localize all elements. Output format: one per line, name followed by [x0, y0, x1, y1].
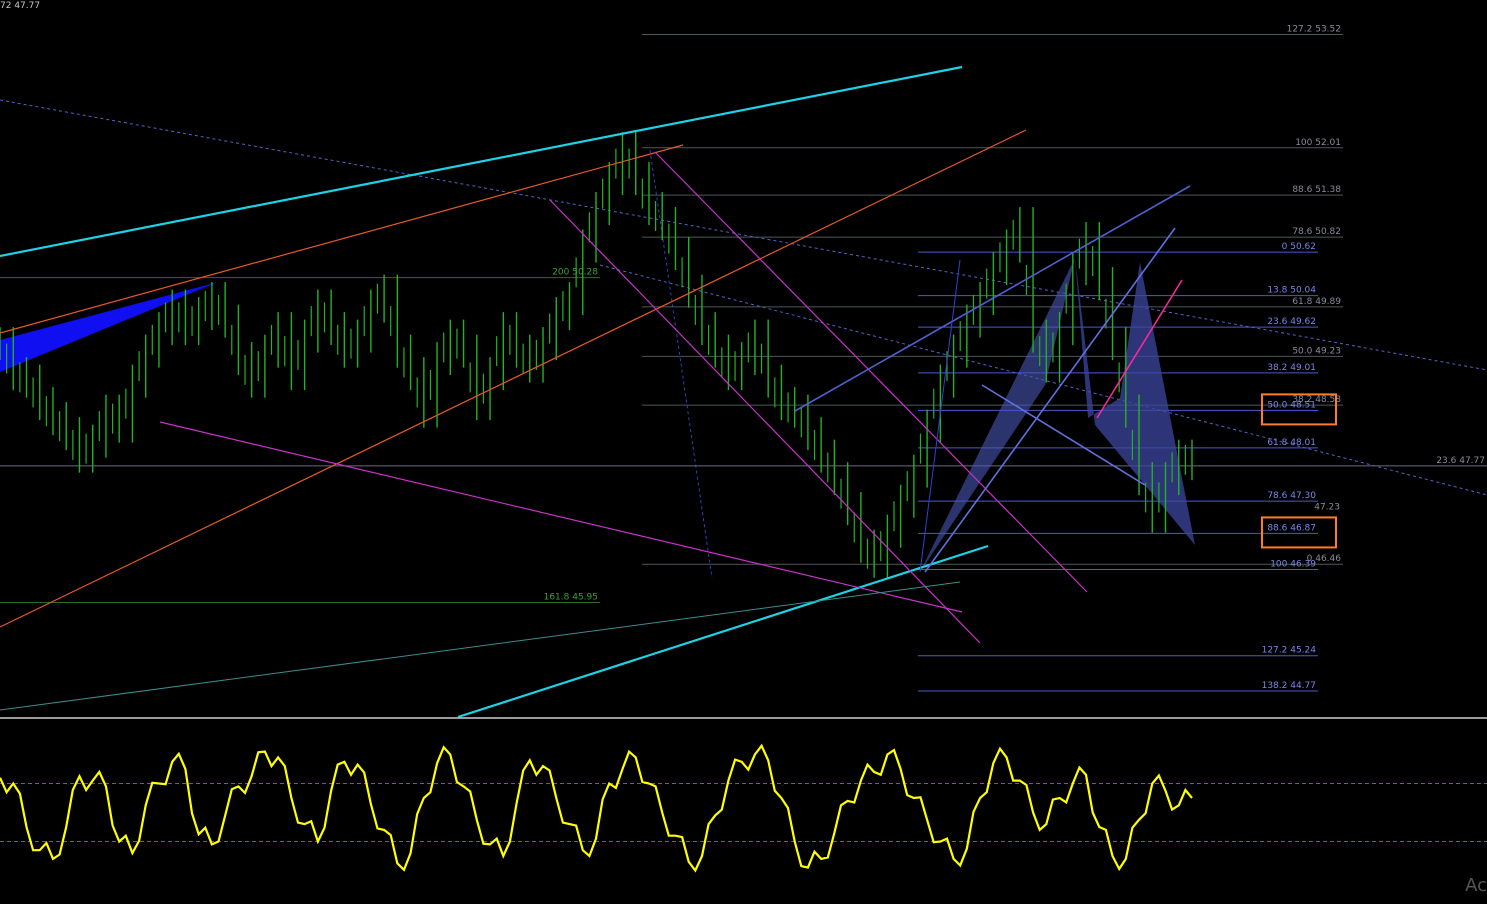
fib-label-right-9: 127.2 45.24	[1262, 646, 1317, 656]
fib-label-right-0: 0 50.62	[1282, 242, 1316, 252]
fib-label-right-1: 13.8 50.04	[1267, 286, 1316, 296]
fib-label-extra-0: 47.23	[1314, 502, 1340, 512]
fib-label-left-2: 88.6 51.38	[1292, 185, 1341, 195]
fib-label-left-10: 161.8 45.95	[544, 592, 598, 602]
chart-canvas[interactable]: 127.2 53.52 100 52.01 88.6 51.38 78.6 50.82…	[0, 0, 1487, 900]
fib-label-right-8: 100 46.39	[1270, 559, 1316, 569]
fib-label-left-3: 78.6 50.82	[1292, 227, 1341, 237]
fib-label-left-4: 61.8 49.89	[1292, 297, 1341, 307]
fib-label-right-10: 138.2 44.77	[1262, 681, 1316, 691]
fib-label-right-5: 61.8 48.01	[1267, 438, 1316, 448]
price-readout: 72 47.77	[0, 1, 41, 11]
fib-label-left-5: 50.0 49.23	[1292, 346, 1341, 356]
fib-label-left-9: 200 50.28	[552, 268, 598, 278]
fib-label-left-1: 100 52.01	[1295, 138, 1341, 148]
corner-watermark: Ac	[1465, 875, 1487, 896]
fib-label-left-7: 23.6 47.77	[1436, 456, 1485, 466]
fib-label-right-7: 88.6 46.87	[1267, 523, 1316, 533]
trading-chart[interactable]: 127.2 53.52 100 52.01 88.6 51.38 78.6 50.82…	[0, 0, 1487, 900]
fib-label-right-6: 78.6 47.30	[1267, 491, 1316, 501]
fib-label-left-0: 127.2 53.52	[1287, 25, 1341, 35]
fib-label-right-4: 50.0 48.51	[1267, 400, 1316, 410]
fib-label-right-2: 23.6 49.62	[1267, 317, 1316, 327]
fib-label-right-3: 38.2 49.01	[1267, 363, 1316, 373]
